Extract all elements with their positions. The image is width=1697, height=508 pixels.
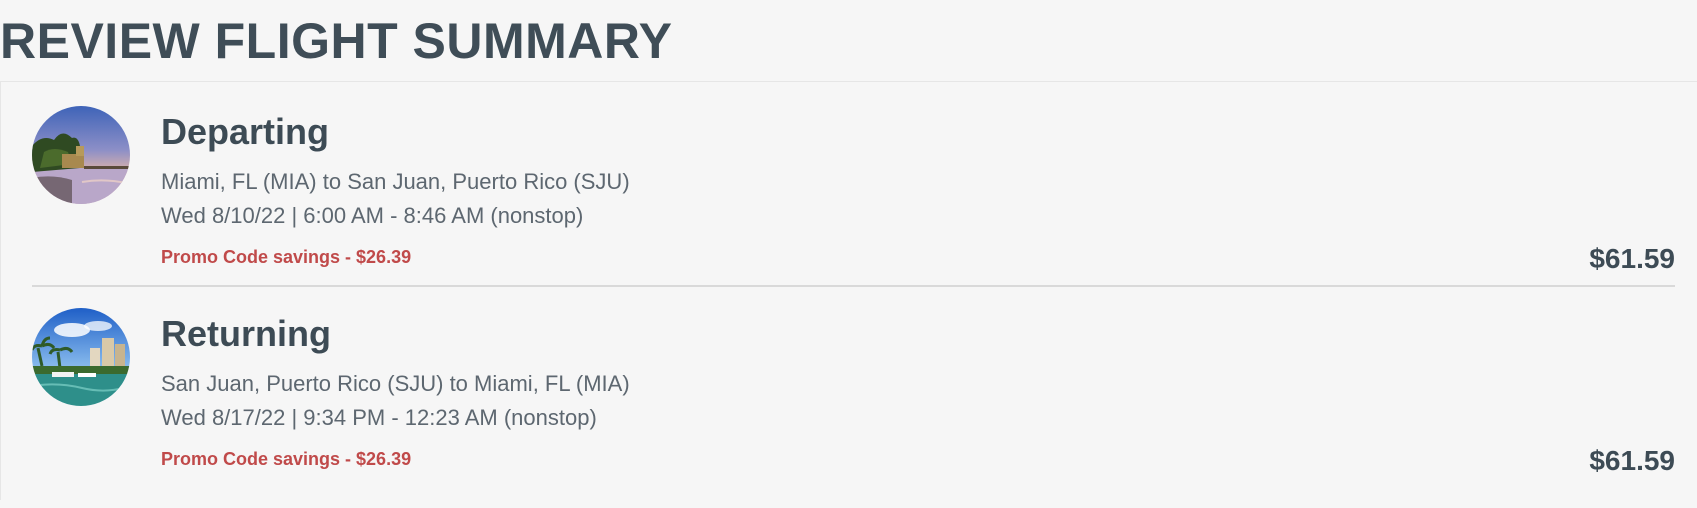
departing-route: Miami, FL (MIA) to San Juan, Puerto Rico…	[161, 169, 630, 194]
departing-leg-title: Departing	[161, 111, 330, 152]
returning-flight-card: Returning San Juan, Puerto Rico (SJU) to…	[32, 308, 1675, 508]
departing-promo-savings: Promo Code savings - $26.39	[161, 247, 412, 267]
returning-promo-savings: Promo Code savings - $26.39	[161, 449, 412, 469]
departing-flight-card: Departing Miami, FL (MIA) to San Juan, P…	[32, 106, 1675, 306]
marina-skyline-icon	[32, 308, 130, 406]
returning-price: $61.59	[1589, 445, 1675, 476]
returning-leg-title: Returning	[161, 313, 331, 354]
flight-divider	[32, 285, 1675, 287]
flight-summary-panel: Departing Miami, FL (MIA) to San Juan, P…	[0, 81, 1697, 500]
departing-schedule: Wed 8/10/22 | 6:00 AM - 8:46 AM (nonstop…	[161, 203, 584, 228]
page-title: REVIEW FLIGHT SUMMARY	[0, 13, 673, 69]
returning-destination-photo	[32, 308, 130, 406]
departing-destination-photo	[32, 106, 130, 204]
coastal-fortress-icon	[32, 106, 130, 204]
returning-route: San Juan, Puerto Rico (SJU) to Miami, FL…	[161, 371, 630, 396]
departing-price: $61.59	[1589, 243, 1675, 274]
returning-schedule: Wed 8/17/22 | 9:34 PM - 12:23 AM (nonsto…	[161, 405, 597, 430]
